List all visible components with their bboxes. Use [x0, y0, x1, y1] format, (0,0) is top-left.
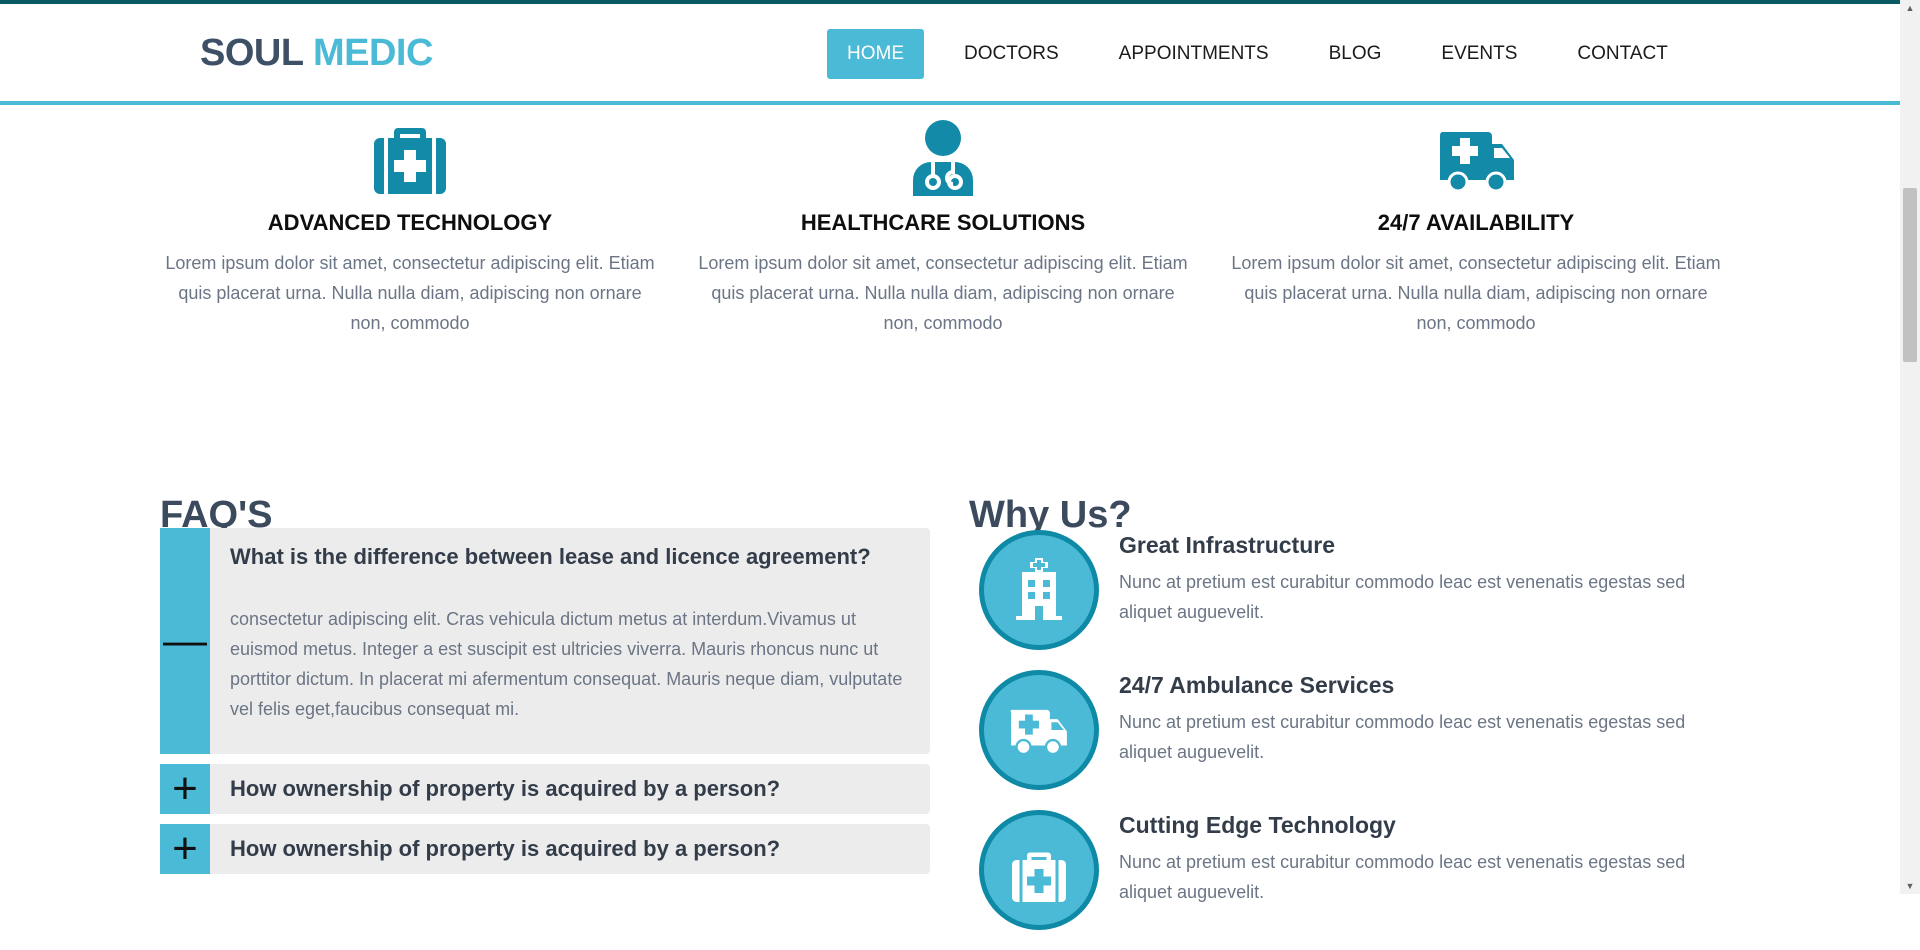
main-nav: HOME DOCTORS APPOINTMENTS BLOG EVENTS CO…: [827, 29, 1708, 79]
nav-blog[interactable]: BLOG: [1309, 29, 1402, 79]
faq-item-expanded[interactable]: — What is the difference between lease a…: [160, 528, 930, 754]
expand-icon[interactable]: +: [160, 824, 210, 874]
faq-question[interactable]: How ownership of property is acquired by…: [230, 776, 780, 802]
faq-question[interactable]: How ownership of property is acquired by…: [230, 836, 780, 862]
expand-icon[interactable]: +: [160, 764, 210, 814]
medical-kit-icon: [374, 128, 446, 194]
feature-text: Lorem ipsum dolor sit amet, consectetur …: [165, 253, 655, 333]
nav-events[interactable]: EVENTS: [1421, 29, 1537, 79]
why-icon-circle: [979, 810, 1099, 930]
collapse-icon[interactable]: —: [160, 528, 210, 754]
site-logo[interactable]: SOUL MEDIC: [200, 32, 433, 75]
feature-text: Lorem ipsum dolor sit amet, consectetur …: [1231, 253, 1721, 333]
why-item-technology: Cutting Edge Technology Nunc at pretium …: [979, 810, 1719, 950]
logo-text-medic: MEDIC: [312, 32, 433, 74]
ambulance-icon: [1439, 132, 1514, 193]
page-scrollbar[interactable]: ▲ ▼: [1900, 0, 1920, 894]
nav-home[interactable]: HOME: [827, 29, 924, 79]
why-item-text: Nunc at pretium est curabitur commodo le…: [1119, 572, 1686, 622]
scroll-down-arrow-icon[interactable]: ▼: [1900, 878, 1920, 894]
why-us-list: Great Infrastructure Nunc at pretium est…: [979, 530, 1719, 950]
hospital-icon: [1016, 558, 1062, 620]
why-item-text: Nunc at pretium est curabitur commodo le…: [1119, 712, 1686, 762]
why-item-title: Great Infrastructure: [1119, 532, 1336, 558]
faq-question[interactable]: What is the difference between lease and…: [230, 544, 910, 570]
site-header: SOUL MEDIC HOME DOCTORS APPOINTMENTS BLO…: [0, 4, 1900, 105]
nav-contact[interactable]: CONTACT: [1557, 29, 1687, 79]
why-icon-circle: [979, 530, 1099, 650]
feature-advanced-technology: ADVANCED TECHNOLOGY Lorem ipsum dolor si…: [160, 118, 660, 338]
faq-item[interactable]: + How ownership of property is acquired …: [160, 824, 930, 874]
feature-title: ADVANCED TECHNOLOGY: [267, 210, 553, 235]
faq-answer: consectetur adipiscing elit. Cras vehicu…: [230, 609, 903, 719]
doctor-icon: [913, 120, 973, 196]
nav-doctors[interactable]: DOCTORS: [944, 29, 1079, 79]
feature-healthcare-solutions: HEALTHCARE SOLUTIONS Lorem ipsum dolor s…: [693, 118, 1193, 338]
why-item-text: Nunc at pretium est curabitur commodo le…: [1119, 852, 1686, 902]
feature-availability: 24/7 AVAILABILITY Lorem ipsum dolor sit …: [1226, 118, 1726, 338]
features-section: ADVANCED TECHNOLOGY Lorem ipsum dolor si…: [160, 118, 1760, 358]
nav-appointments[interactable]: APPOINTMENTS: [1099, 29, 1289, 79]
why-item-ambulance: 24/7 Ambulance Services Nunc at pretium …: [979, 670, 1719, 810]
why-item-title: Cutting Edge Technology: [1119, 812, 1396, 838]
medical-kit-icon: [1012, 852, 1066, 902]
faq-item[interactable]: + How ownership of property is acquired …: [160, 764, 930, 814]
scroll-up-arrow-icon[interactable]: ▲: [1900, 0, 1920, 16]
why-item-title: 24/7 Ambulance Services: [1119, 672, 1395, 698]
logo-text-soul: SOUL: [200, 32, 303, 74]
faq-accordion: — What is the difference between lease a…: [160, 528, 930, 884]
ambulance-icon: [1010, 709, 1067, 755]
feature-title: 24/7 AVAILABILITY: [1377, 210, 1575, 235]
feature-title: HEALTHCARE SOLUTIONS: [800, 210, 1086, 235]
why-icon-circle: [979, 670, 1099, 790]
feature-text: Lorem ipsum dolor sit amet, consectetur …: [698, 253, 1188, 333]
why-item-infrastructure: Great Infrastructure Nunc at pretium est…: [979, 530, 1719, 670]
scroll-thumb[interactable]: [1903, 188, 1917, 362]
